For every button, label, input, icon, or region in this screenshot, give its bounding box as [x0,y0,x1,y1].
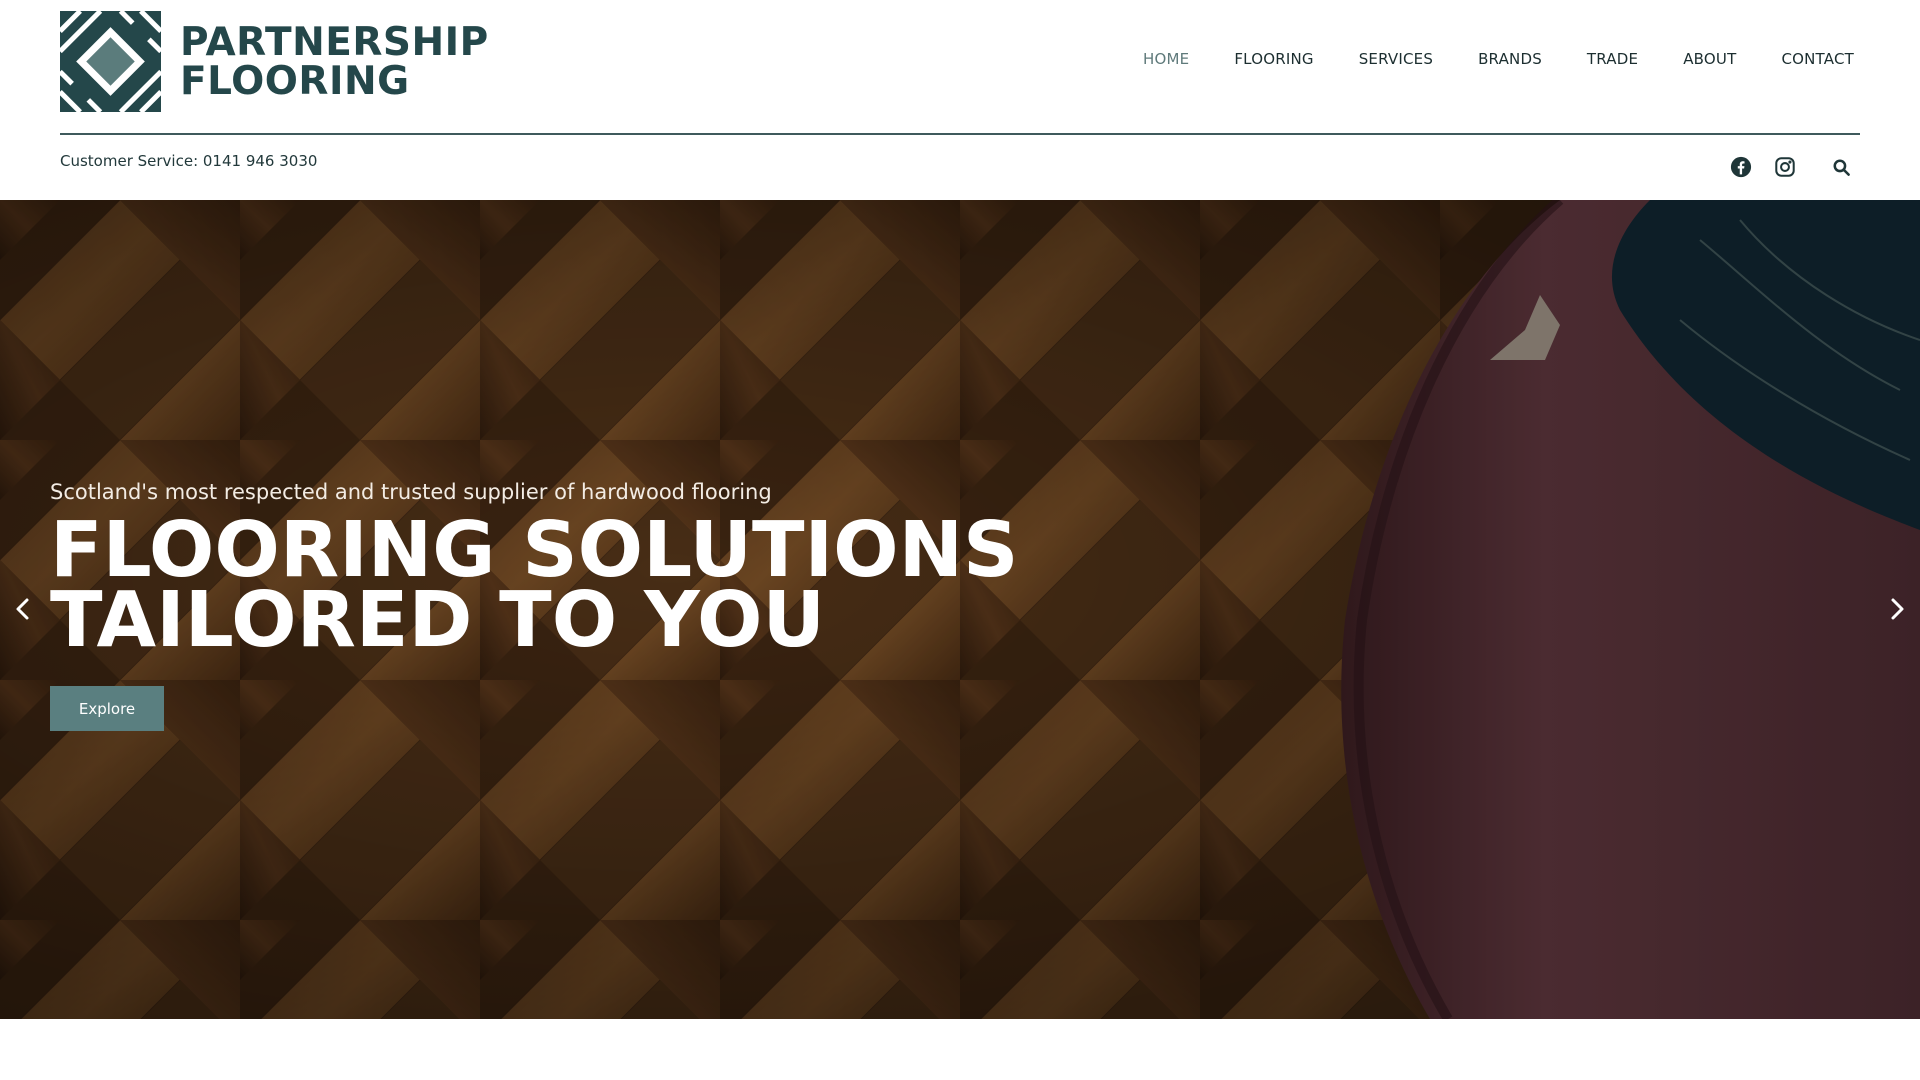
header-divider [60,133,1860,135]
hero-slider: Scotland's most respected and trusted su… [0,200,1920,1019]
social-links [1729,155,1797,179]
hero-title: FLOORING SOLUTIONS TAILORED TO YOU [50,506,1019,665]
hero-content: Scotland's most respected and trusted su… [50,480,1370,731]
nav-about[interactable]: ABOUT [1683,50,1736,68]
logo-mark-icon [60,11,161,112]
nav-services[interactable]: SERVICES [1359,50,1433,68]
nav-home[interactable]: HOME [1143,50,1189,68]
facebook-icon[interactable] [1729,155,1753,179]
brand-name-line1: PARTNERSHIP [180,19,489,65]
explore-button[interactable]: Explore [50,686,164,731]
nav-brands[interactable]: BRANDS [1478,50,1542,68]
search-icon[interactable] [1832,158,1852,178]
chevron-left-icon[interactable] [9,595,37,623]
nav-flooring[interactable]: FLOORING [1234,50,1313,68]
site-header: PARTNERSHIP FLOORING HOME FLOORING SERVI… [0,0,1920,200]
brand-logo[interactable]: PARTNERSHIP FLOORING [60,11,489,112]
hero-subtitle: Scotland's most respected and trusted su… [50,480,772,504]
main-nav: HOME FLOORING SERVICES BRANDS TRADE ABOU… [1098,50,1854,68]
nav-contact[interactable]: CONTACT [1781,50,1854,68]
nav-trade[interactable]: TRADE [1587,50,1638,68]
chevron-right-icon[interactable] [1883,595,1911,623]
instagram-icon[interactable] [1773,155,1797,179]
brand-name: PARTNERSHIP FLOORING [180,23,489,101]
brand-name-line2: FLOORING [180,58,410,104]
customer-service-phone[interactable]: Customer Service: 0141 946 3030 [60,152,317,170]
